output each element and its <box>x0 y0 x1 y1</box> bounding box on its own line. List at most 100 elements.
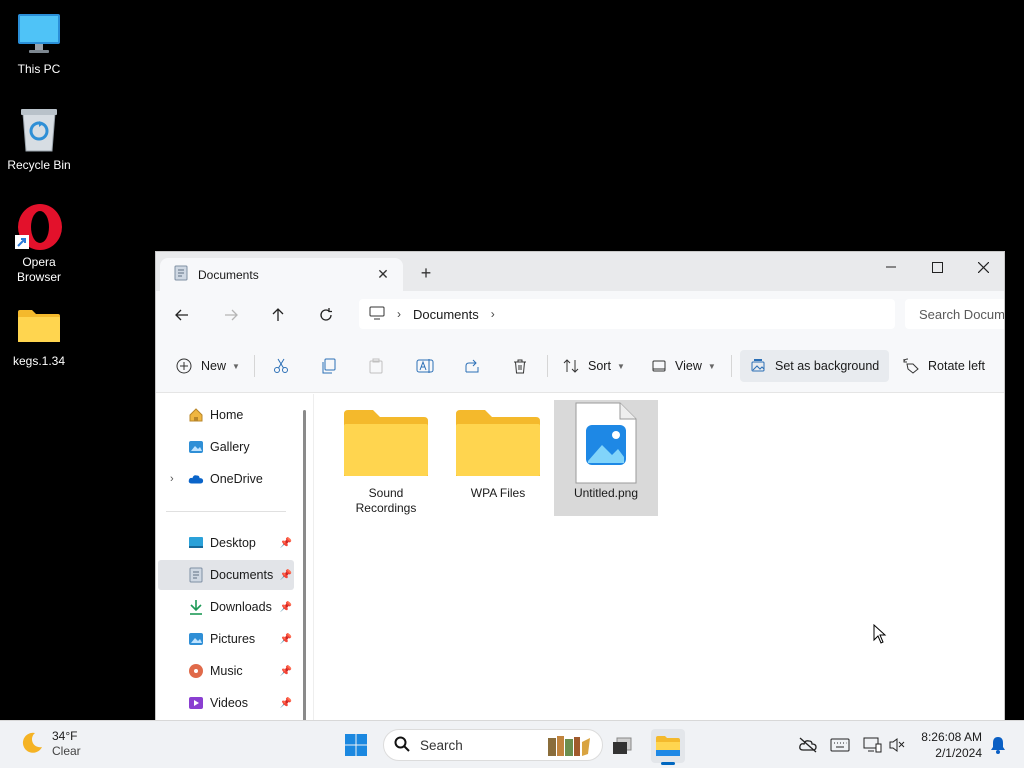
new-tab-button[interactable]: + <box>414 263 438 284</box>
tab-title: Documents <box>198 267 259 282</box>
sidebar-item-videos[interactable]: Videos 📌 <box>158 688 294 718</box>
pin-icon: 📌 <box>279 633 292 645</box>
share-button[interactable] <box>464 350 480 382</box>
set-as-background-button[interactable]: Set as background <box>740 350 890 382</box>
scissors-icon <box>274 358 288 373</box>
taskbar-file-explorer[interactable] <box>651 729 685 765</box>
maximize-button[interactable] <box>914 252 960 282</box>
documents-icon <box>188 567 204 583</box>
breadcrumb-documents[interactable]: Documents <box>413 307 479 322</box>
desktop-icon <box>188 535 204 551</box>
sidebar-item-desktop[interactable]: Desktop 📌 <box>158 528 294 558</box>
sidebar-item-downloads[interactable]: Downloads 📌 <box>158 592 294 622</box>
moon-icon <box>20 731 44 758</box>
copy-button[interactable] <box>320 350 336 382</box>
folder-icon <box>455 400 541 486</box>
documents-icon <box>174 265 188 284</box>
chevron-down-icon: ▼ <box>707 361 716 371</box>
recycle-bin-icon <box>15 106 63 154</box>
windows-logo-icon <box>345 734 367 756</box>
cloud-offline-icon[interactable] <box>796 733 820 757</box>
pin-icon: 📌 <box>279 665 292 677</box>
file-item-wpa-files[interactable]: WPA Files <box>446 400 550 516</box>
search-input[interactable]: Search Documents <box>905 299 1004 329</box>
rotate-left-button[interactable]: Rotate left <box>903 350 985 382</box>
clock-time: 8:26:08 AM <box>921 730 982 744</box>
sidebar-item-music[interactable]: Music 📌 <box>158 656 294 686</box>
arrow-left-icon <box>175 309 188 321</box>
onedrive-icon <box>188 471 204 487</box>
view-icon <box>652 360 666 372</box>
chevron-down-icon: ▼ <box>232 361 240 371</box>
paste-button[interactable] <box>368 350 384 382</box>
pin-icon: 📌 <box>279 697 292 709</box>
chevron-right-icon[interactable]: › <box>397 307 401 321</box>
nav-scrollbar[interactable] <box>302 394 308 720</box>
breadcrumb[interactable]: › Documents › <box>359 299 895 329</box>
desktop-icon-kegs[interactable]: kegs.1.34 <box>0 302 78 369</box>
videos-icon <box>188 695 204 711</box>
file-item-sound-recordings[interactable]: Sound Recordings <box>334 400 438 516</box>
start-button[interactable] <box>344 733 368 760</box>
navigation-pane: Home Gallery › OneDrive Desktop 📌 Docume… <box>156 394 302 720</box>
file-explorer-icon <box>656 736 680 756</box>
chevron-right-icon[interactable]: › <box>491 307 495 321</box>
network-icon[interactable] <box>860 733 884 757</box>
close-tab-button[interactable]: ✕ <box>369 266 397 283</box>
clock-date: 2/1/2024 <box>935 746 982 760</box>
sidebar-item-documents[interactable]: Documents 📌 <box>158 560 294 590</box>
close-window-button[interactable] <box>960 252 1004 282</box>
sort-button[interactable]: Sort ▼ <box>563 350 625 382</box>
opera-icon <box>15 203 63 251</box>
sidebar-item-home[interactable]: Home <box>158 400 294 430</box>
up-button[interactable] <box>264 301 292 329</box>
trash-icon <box>514 359 526 374</box>
pin-icon: 📌 <box>279 601 292 613</box>
cut-button[interactable] <box>273 350 289 382</box>
taskbar-task-view[interactable] <box>605 729 639 763</box>
file-list: Sound Recordings WPA Files Untitled.png <box>313 394 1004 720</box>
keyboard-icon[interactable] <box>828 733 852 757</box>
this-pc-crumb-icon[interactable] <box>369 306 385 323</box>
refresh-button[interactable] <box>312 301 340 329</box>
share-icon <box>465 359 479 373</box>
taskbar-search[interactable]: Search <box>383 729 603 761</box>
pictures-icon <box>188 631 204 647</box>
minimize-button[interactable] <box>868 252 914 282</box>
address-bar: › Documents › Search Documents <box>156 291 1004 338</box>
set-background-icon <box>751 359 765 372</box>
rotate-left-icon <box>903 358 919 374</box>
forward-button[interactable] <box>217 301 245 329</box>
plus-circle-icon <box>176 358 192 374</box>
mouse-cursor-icon <box>873 623 887 647</box>
rename-button[interactable] <box>416 350 434 382</box>
copy-icon <box>322 358 336 374</box>
notification-bell-icon[interactable] <box>986 733 1010 757</box>
desktop-icon-this-pc[interactable]: This PC <box>0 10 78 77</box>
delete-button[interactable] <box>512 350 528 382</box>
desktop-icon-recycle-bin[interactable]: Recycle Bin <box>0 106 78 173</box>
volume-muted-icon[interactable] <box>885 733 909 757</box>
pin-icon: 📌 <box>279 569 292 581</box>
sidebar-item-onedrive[interactable]: › OneDrive <box>158 464 294 494</box>
sidebar-item-gallery[interactable]: Gallery <box>158 432 294 462</box>
weather-widget[interactable]: 34°F Clear <box>20 729 81 759</box>
sidebar-item-pictures[interactable]: Pictures 📌 <box>158 624 294 654</box>
back-button[interactable] <box>168 301 196 329</box>
taskbar: 34°F Clear Search 8:26:08 AM 2/1/2024 <box>0 720 1024 768</box>
sort-icon <box>563 359 579 373</box>
view-button[interactable]: View ▼ <box>652 350 716 382</box>
chevron-down-icon: ▼ <box>616 361 625 371</box>
desktop-icon-opera[interactable]: Opera Browser <box>0 203 78 285</box>
tab-documents[interactable]: Documents ✕ <box>160 258 403 291</box>
title-bar: Documents ✕ + <box>156 252 1004 291</box>
home-icon <box>188 407 204 423</box>
command-bar: New ▼ Sort ▼ View ▼ Set as background Ro… <box>156 338 1004 393</box>
file-item-untitled-png[interactable]: Untitled.png <box>554 400 658 516</box>
new-button[interactable]: New ▼ <box>176 350 240 382</box>
monitor-icon <box>15 10 63 58</box>
rename-icon <box>416 359 434 373</box>
downloads-icon <box>188 599 204 615</box>
chevron-right-icon[interactable]: › <box>170 473 174 485</box>
system-clock[interactable]: 8:26:08 AM 2/1/2024 <box>914 729 982 761</box>
